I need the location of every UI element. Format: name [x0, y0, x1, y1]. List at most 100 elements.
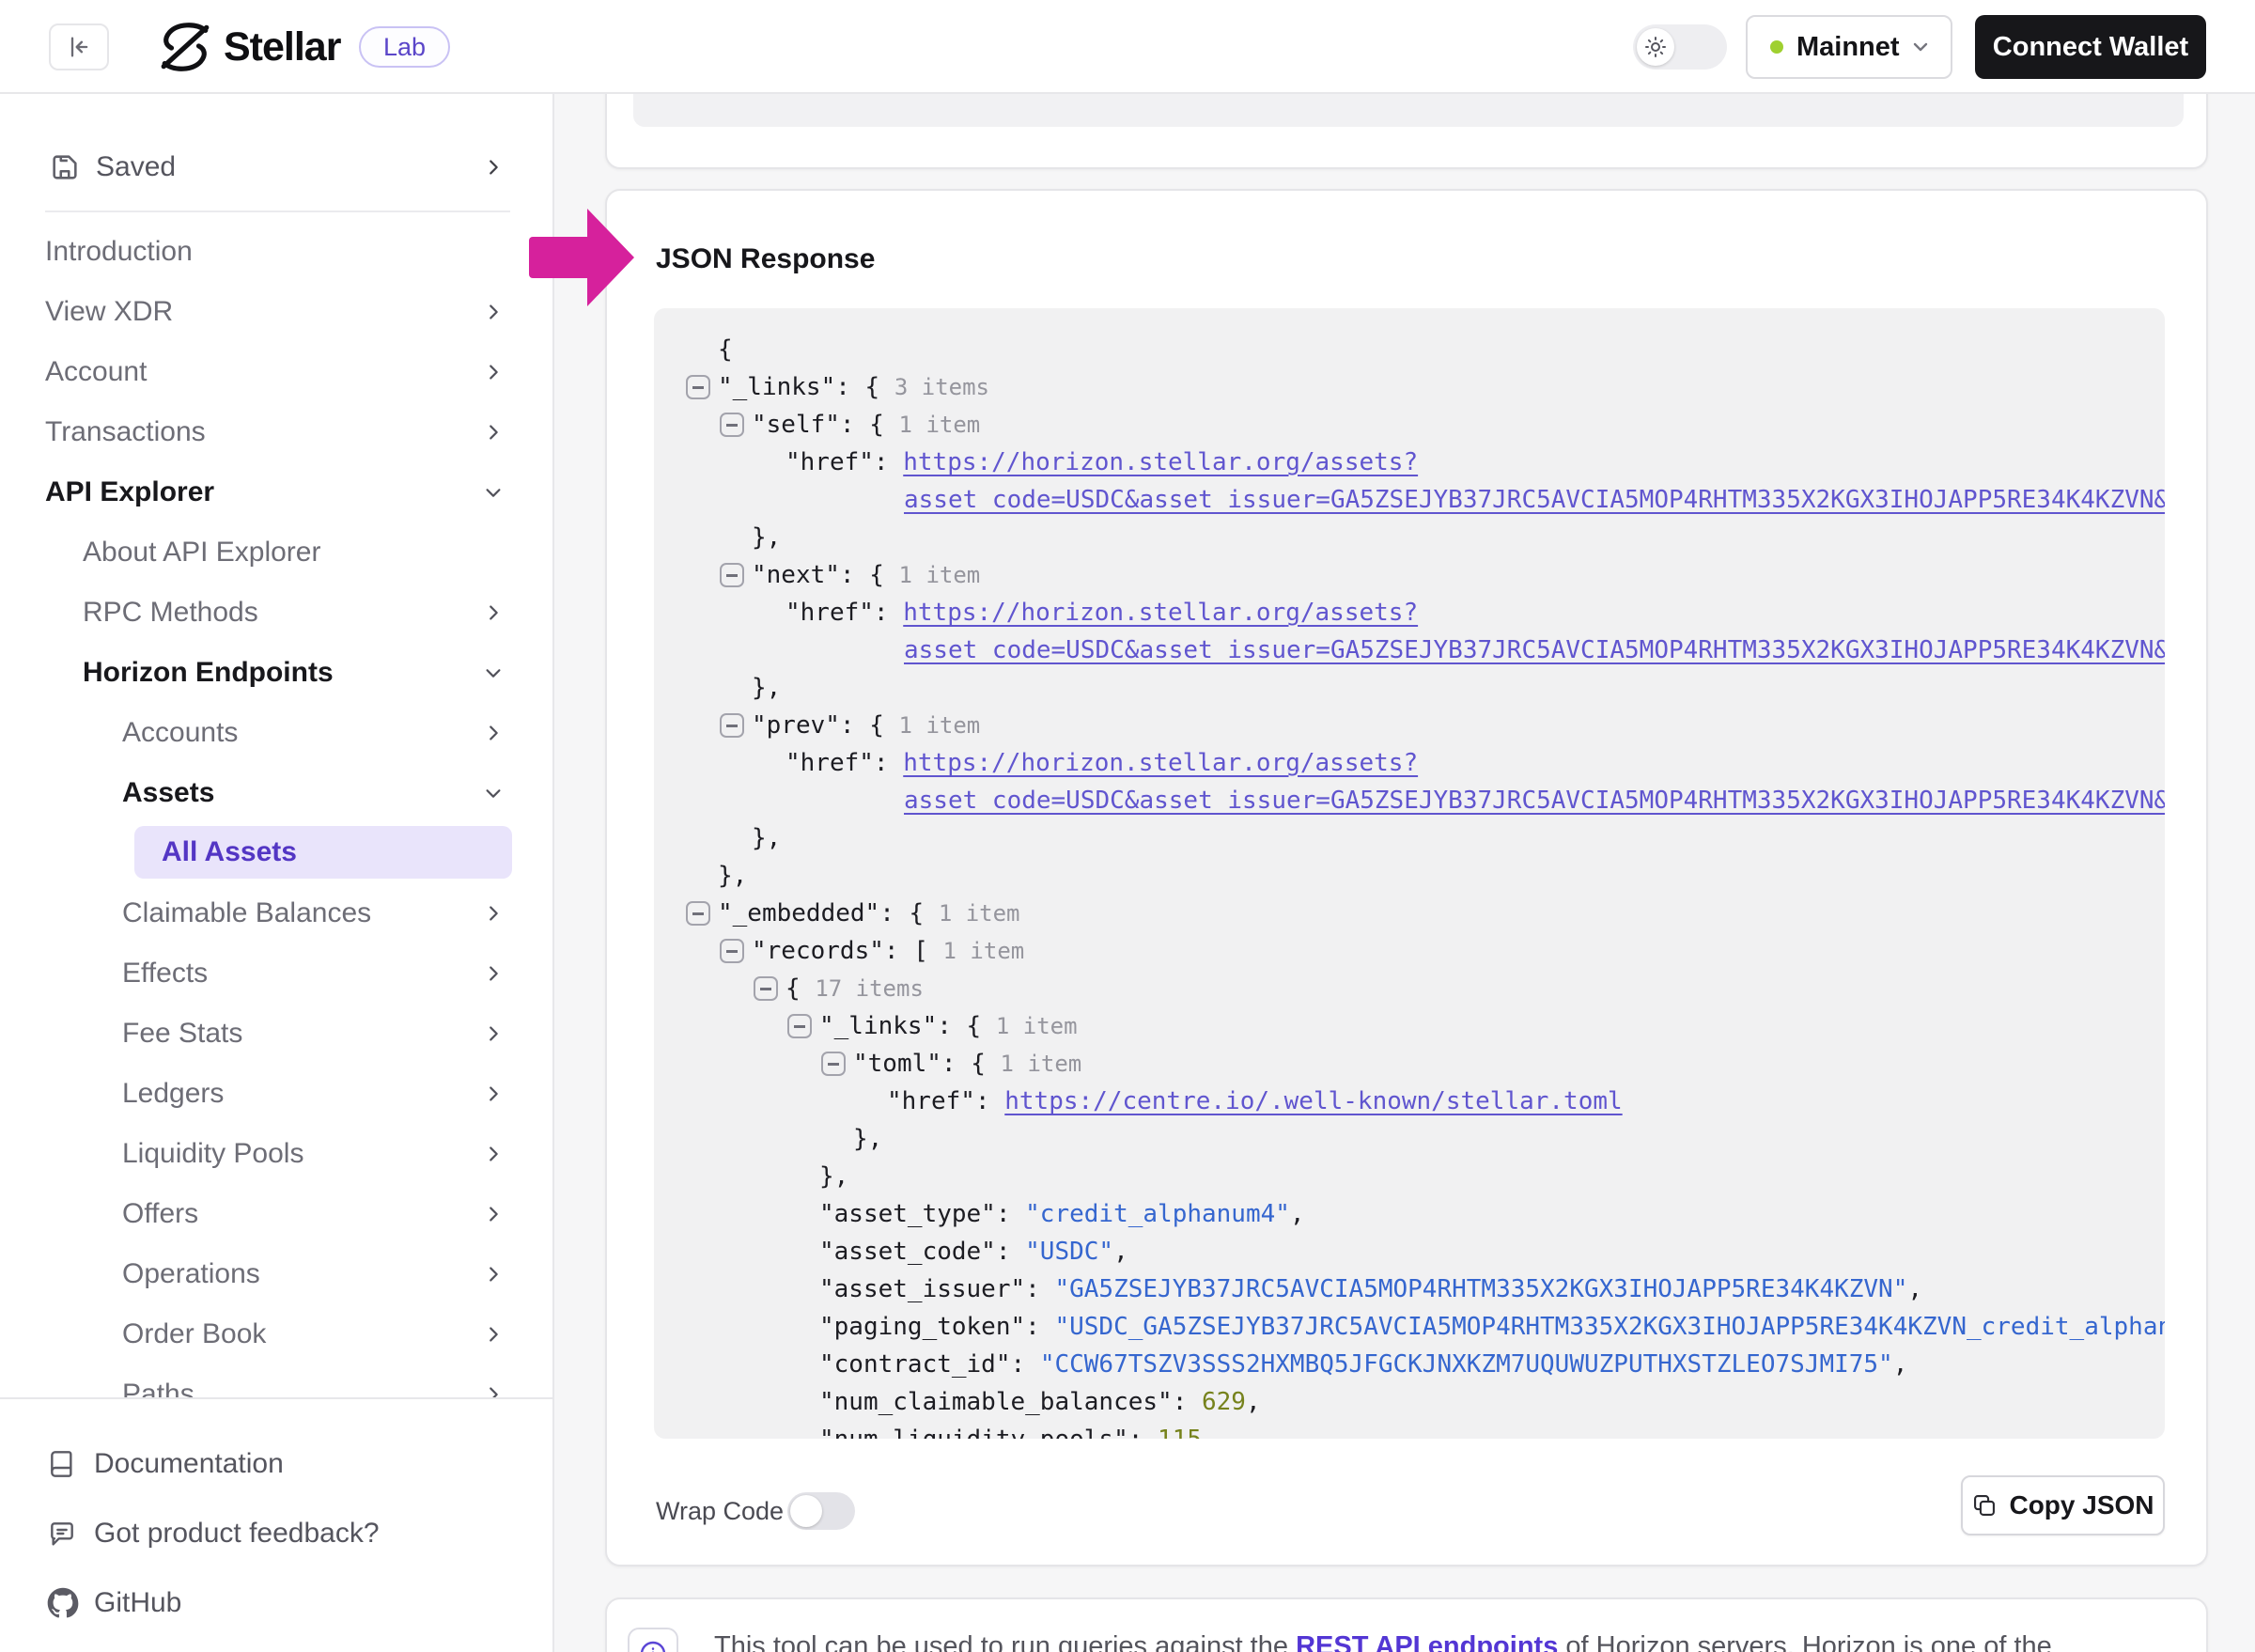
wrap-code-toggle[interactable] — [787, 1492, 855, 1530]
save-icon — [49, 151, 81, 183]
json-line: "num_liquidity_pools": 115, — [654, 1421, 2165, 1439]
sidebar-item-ledgers[interactable]: Ledgers — [0, 1073, 554, 1114]
sidebar-item-label: Account — [45, 356, 147, 388]
json-link[interactable]: asset_code=USDC&asset_issuer=GA5ZSEJYB37… — [904, 636, 2165, 664]
book-icon — [47, 1449, 77, 1479]
sidebar-item-label: Operations — [122, 1258, 260, 1290]
sidebar-item-liquidity-pools[interactable]: Liquidity Pools — [0, 1133, 554, 1175]
sidebar-item-label: Liquidity Pools — [122, 1138, 303, 1170]
brand-name[interactable]: Stellar — [224, 24, 340, 70]
sidebar-footer: Documentation Got product feedback? GitHub — [0, 1397, 554, 1652]
json-line: "prev": { 1 item — [654, 707, 2165, 744]
chevron-right-icon — [483, 302, 504, 322]
copy-json-label: Copy JSON — [2009, 1490, 2154, 1520]
sidebar-item-label: Introduction — [45, 236, 193, 268]
sidebar-item-operations[interactable]: Operations — [0, 1254, 554, 1295]
chevron-right-icon — [483, 1264, 504, 1285]
wrap-code-label: Wrap Code — [656, 1497, 784, 1526]
sidebar-footer-got-product-feedback[interactable]: Got product feedback? — [0, 1511, 554, 1556]
sidebar-item-view-xdr[interactable]: View XDR — [0, 291, 554, 333]
sidebar-footer-github[interactable]: GitHub — [0, 1581, 554, 1626]
info-card: This tool can be used to run queries aga… — [605, 1597, 2208, 1652]
json-line: "_embedded": { 1 item — [654, 895, 2165, 932]
sidebar-item-assets[interactable]: Assets — [0, 772, 554, 814]
collapse-toggle-icon[interactable] — [754, 976, 778, 1001]
sidebar-item-label: All Assets — [162, 836, 297, 868]
json-line: }, — [654, 1158, 2165, 1195]
collapse-toggle-icon[interactable] — [720, 713, 744, 738]
sidebar-item-label: Horizon Endpoints — [83, 657, 334, 689]
sidebar-item-account[interactable]: Account — [0, 351, 554, 393]
info-icon[interactable] — [628, 1628, 678, 1652]
github-icon — [47, 1587, 79, 1619]
theme-toggle[interactable] — [1633, 24, 1727, 70]
collapse-toggle-icon[interactable] — [720, 563, 744, 587]
json-line: "self": { 1 item — [654, 406, 2165, 444]
sidebar-item-about-api-explorer[interactable]: About API Explorer — [0, 532, 554, 573]
network-select[interactable]: Mainnet — [1746, 15, 1952, 79]
sidebar-footer-label: GitHub — [94, 1587, 181, 1619]
sidebar-item-label: About API Explorer — [83, 537, 320, 569]
sidebar-item-order-book[interactable]: Order Book — [0, 1314, 554, 1355]
json-response-card: JSON Response {"_links": { 3 items"self"… — [605, 189, 2208, 1566]
divider — [45, 210, 510, 212]
chevron-right-icon — [483, 602, 504, 623]
sidebar-item-api-explorer[interactable]: API Explorer — [0, 472, 554, 513]
stellar-logo-icon[interactable] — [158, 20, 212, 74]
json-code-viewer[interactable]: {"_links": { 3 items"self": { 1 item"hre… — [654, 308, 2165, 1439]
chevron-down-icon — [1909, 36, 1932, 58]
json-link[interactable]: https://centre.io/.well-known/stellar.to… — [1004, 1087, 1622, 1115]
sidebar-item-introduction[interactable]: Introduction — [0, 231, 554, 273]
sidebar-item-saved[interactable]: Saved — [0, 147, 554, 188]
json-link[interactable]: https://horizon.stellar.org/assets? — [903, 448, 1418, 476]
chat-icon — [47, 1519, 77, 1549]
sidebar-item-fee-stats[interactable]: Fee Stats — [0, 1013, 554, 1054]
lab-badge: Lab — [359, 26, 450, 68]
sidebar-item-offers[interactable]: Offers — [0, 1193, 554, 1235]
json-line: }, — [654, 857, 2165, 895]
copy-json-button[interactable]: Copy JSON — [1961, 1475, 2165, 1535]
json-link[interactable]: asset_code=USDC&asset_issuer=GA5ZSEJYB37… — [904, 486, 2165, 514]
chevron-right-icon — [483, 362, 504, 382]
sidebar-item-transactions[interactable]: Transactions — [0, 412, 554, 453]
chevron-right-icon — [483, 963, 504, 984]
sidebar-item-label: Order Book — [122, 1318, 266, 1350]
json-line: "next": { 1 item — [654, 556, 2165, 594]
collapse-toggle-icon[interactable] — [821, 1052, 846, 1076]
json-link[interactable]: https://horizon.stellar.org/assets? — [903, 749, 1418, 777]
connect-wallet-button[interactable]: Connect Wallet — [1975, 15, 2206, 79]
json-line: "paging_token": "USDC_GA5ZSEJYB37JRC5AVC… — [654, 1308, 2165, 1346]
sidebar-footer-documentation[interactable]: Documentation — [0, 1442, 554, 1487]
sidebar-item-label: Accounts — [122, 717, 238, 749]
chevron-down-icon — [483, 662, 504, 683]
json-line: asset_code=USDC&asset_issuer=GA5ZSEJYB37… — [654, 782, 2165, 819]
json-response-title: JSON Response — [656, 243, 875, 275]
collapse-toggle-icon[interactable] — [686, 901, 710, 926]
rest-api-endpoints-link[interactable]: REST API endpoints — [1296, 1631, 1558, 1652]
json-line: }, — [654, 1120, 2165, 1158]
json-link[interactable]: https://horizon.stellar.org/assets? — [903, 599, 1418, 627]
sidebar-item-label: Offers — [122, 1198, 198, 1230]
json-link[interactable]: asset_code=USDC&asset_issuer=GA5ZSEJYB37… — [904, 787, 2165, 815]
toggle-knob — [790, 1495, 822, 1527]
sidebar-item-effects[interactable]: Effects — [0, 953, 554, 994]
sidebar-item-label: Effects — [122, 958, 208, 990]
collapse-toggle-icon[interactable] — [720, 939, 744, 963]
json-line: }, — [654, 519, 2165, 556]
collapse-toggle-icon[interactable] — [720, 413, 744, 437]
collapse-toggle-icon[interactable] — [686, 375, 710, 399]
collapse-toggle-icon[interactable] — [787, 1014, 812, 1038]
sidebar-item-horizon-endpoints[interactable]: Horizon Endpoints — [0, 652, 554, 694]
json-line: "contract_id": "CCW67TSZV3SSS2HXMBQ5JFGC… — [654, 1346, 2165, 1383]
sidebar-item-all-assets[interactable]: All Assets — [0, 833, 554, 874]
chevron-right-icon — [483, 157, 504, 178]
sidebar-item-rpc-methods[interactable]: RPC Methods — [0, 592, 554, 633]
json-line: "asset_type": "credit_alphanum4", — [654, 1195, 2165, 1233]
sidebar-item-claimable-balances[interactable]: Claimable Balances — [0, 893, 554, 934]
json-line: "num_claimable_balances": 629, — [654, 1383, 2165, 1421]
collapse-sidebar-button[interactable] — [49, 23, 109, 70]
chevron-right-icon — [483, 903, 504, 924]
sidebar-item-label: Assets — [122, 777, 214, 809]
json-line: { — [654, 331, 2165, 368]
sidebar-item-accounts[interactable]: Accounts — [0, 712, 554, 754]
